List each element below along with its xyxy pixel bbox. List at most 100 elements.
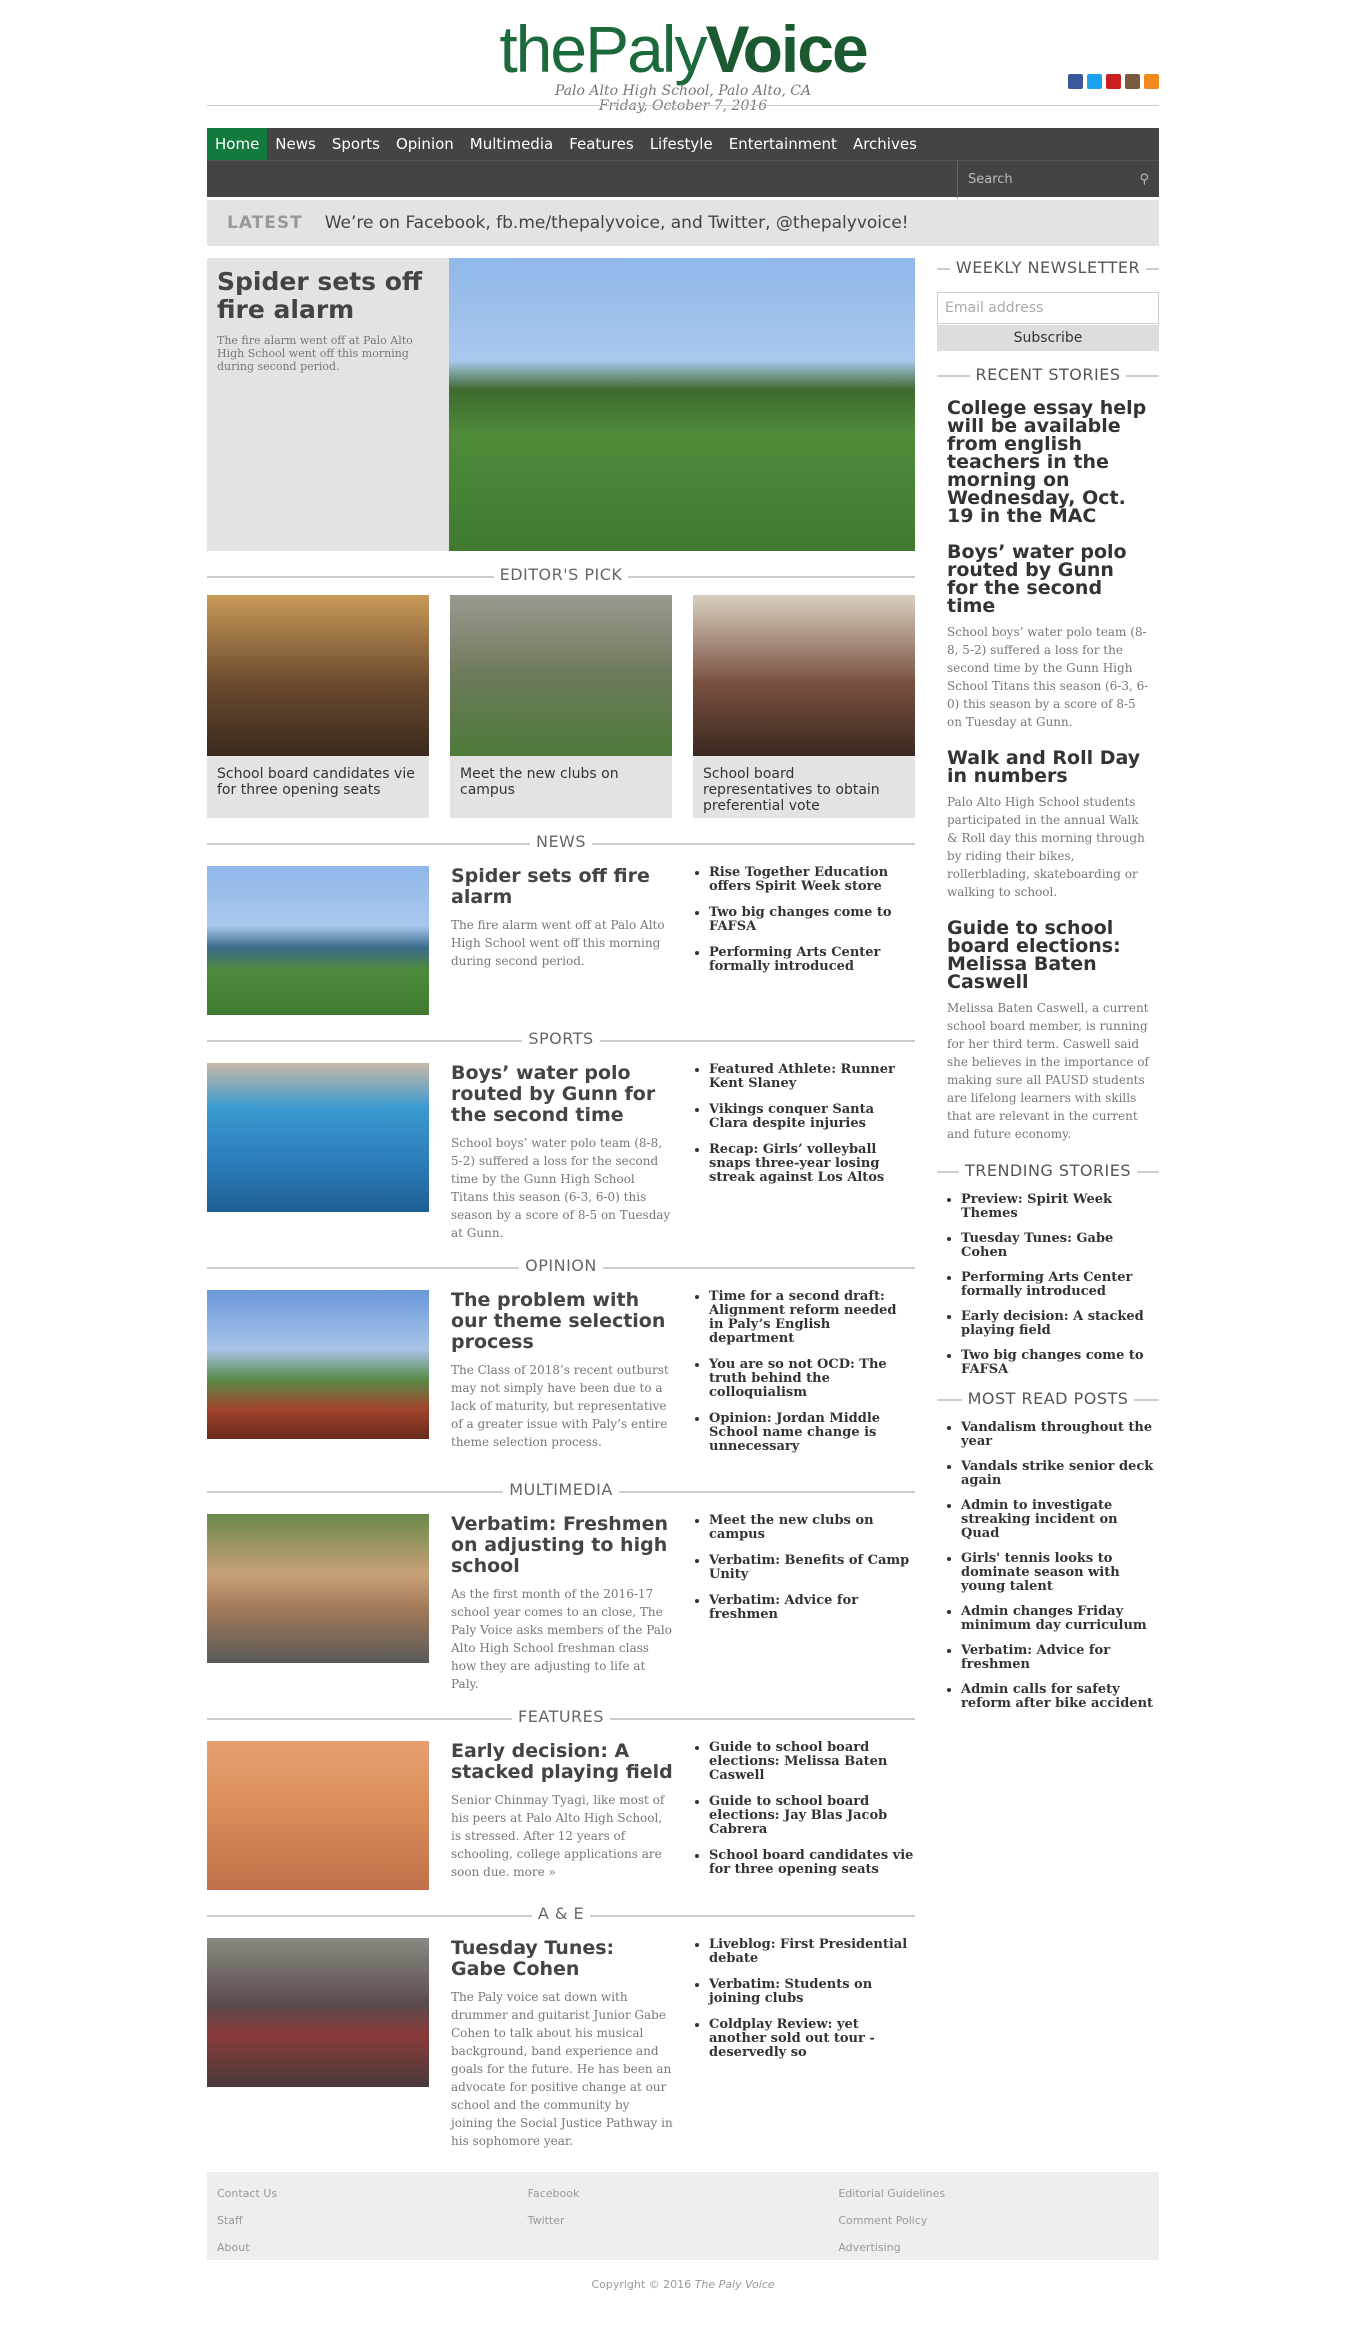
email-field[interactable]: Email address (937, 292, 1159, 324)
features-links: Guide to school board elections: Melissa… (695, 1741, 915, 1890)
news-links: Rise Together Education offers Spirit We… (695, 866, 915, 1015)
mostread-item[interactable]: Verbatim: Advice for freshmen (961, 1644, 1159, 1672)
news-link[interactable]: Rise Together Education offers Spirit We… (709, 866, 915, 894)
ae-link[interactable]: Coldplay Review: yet another sold out to… (709, 2018, 915, 2060)
mostread-item[interactable]: Girls' tennis looks to dominate season w… (961, 1552, 1159, 1594)
section-heading-opinion: OPINION (207, 1256, 915, 1280)
mostread-item[interactable]: Admin changes Friday minimum day curricu… (961, 1605, 1159, 1633)
editors-pick-card[interactable]: School board representatives to obtain p… (693, 595, 915, 818)
rss-icon[interactable] (1144, 74, 1159, 89)
news-title[interactable]: Spider sets off fire alarm (451, 866, 673, 908)
featured-image[interactable] (449, 258, 915, 551)
editors-pick-image[interactable] (207, 595, 429, 756)
multimedia-summary: As the first month of the 2016-17 school… (451, 1587, 672, 1691)
recent-story-title[interactable]: Guide to school board elections: Melissa… (947, 919, 1149, 992)
nav-item-home[interactable]: Home (207, 128, 268, 160)
features-title[interactable]: Early decision: A stacked playing field (451, 1741, 673, 1783)
mostread-item[interactable]: Admin to investigate streaking incident … (961, 1499, 1159, 1541)
opinion-link[interactable]: You are so not OCD: The truth behind the… (709, 1358, 915, 1400)
nav-item-news[interactable]: News (267, 128, 324, 160)
opinion-image[interactable] (207, 1290, 429, 1439)
sports-link[interactable]: Recap: Girls’ volleyball snaps three-yea… (709, 1143, 915, 1185)
features-link[interactable]: Guide to school board elections: Melissa… (709, 1741, 915, 1783)
trending-item[interactable]: Preview: Spirit Week Themes (961, 1193, 1159, 1221)
multimedia-title[interactable]: Verbatim: Freshmen on adjusting to high … (451, 1514, 673, 1577)
editors-pick-title[interactable]: School board representatives to obtain p… (693, 756, 915, 818)
recent-story-title[interactable]: College essay help will be available fro… (947, 399, 1149, 526)
news-link[interactable]: Two big changes come to FAFSA (709, 906, 915, 934)
ae-title[interactable]: Tuesday Tunes: Gabe Cohen (451, 1938, 673, 1980)
ae-summary: The Paly voice sat down with drummer and… (451, 1990, 673, 2148)
mostread-item[interactable]: Admin calls for safety reform after bike… (961, 1683, 1159, 1711)
ae-image[interactable] (207, 1938, 429, 2087)
footer-link-editorial[interactable]: Editorial Guidelines (838, 2187, 945, 2200)
multimedia-link[interactable]: Verbatim: Benefits of Camp Unity (709, 1554, 915, 1582)
latest-text[interactable]: We’re on Facebook, fb.me/thepalyvoice, a… (325, 213, 909, 233)
sports-image[interactable] (207, 1063, 429, 1212)
ae-link[interactable]: Liveblog: First Presidential debate (709, 1938, 915, 1966)
editors-pick-title[interactable]: Meet the new clubs on campus (450, 756, 672, 818)
editors-pick-image[interactable] (693, 595, 915, 756)
section-heading-multimedia: MULTIMEDIA (207, 1480, 915, 1504)
trending-item[interactable]: Performing Arts Center formally introduc… (961, 1271, 1159, 1299)
nav-item-multimedia[interactable]: Multimedia (462, 128, 561, 160)
features-link[interactable]: Guide to school board elections: Jay Bla… (709, 1795, 915, 1837)
opinion-link[interactable]: Opinion: Jordan Middle School name chang… (709, 1412, 915, 1454)
nav-item-opinion[interactable]: Opinion (388, 128, 462, 160)
featured-story[interactable]: Spider sets off fire alarm The fire alar… (207, 258, 915, 551)
footer-link-advertising[interactable]: Advertising (838, 2241, 900, 2254)
site-logo[interactable]: thePalyVoice (207, 14, 1159, 84)
featured-title[interactable]: Spider sets off fire alarm (217, 268, 439, 324)
search-placeholder: Search (968, 172, 1013, 187)
sports-title[interactable]: Boys’ water polo routed by Gunn for the … (451, 1063, 673, 1126)
footer-link-about[interactable]: About (217, 2241, 250, 2254)
section-news: Spider sets off fire alarm The fire alar… (207, 866, 915, 1015)
ae-link[interactable]: Verbatim: Students on joining clubs (709, 1978, 915, 2006)
search-icon[interactable]: ⚲ (1139, 172, 1149, 187)
footer-link-contact[interactable]: Contact Us (217, 2187, 277, 2200)
trending-item[interactable]: Two big changes come to FAFSA (961, 1349, 1159, 1377)
news-image[interactable] (207, 866, 429, 1015)
youtube-icon[interactable] (1106, 74, 1121, 89)
instagram-icon[interactable] (1125, 74, 1140, 89)
editors-pick-title[interactable]: School board candidates vie for three op… (207, 756, 429, 818)
multimedia-image[interactable] (207, 1514, 429, 1663)
opinion-title[interactable]: The problem with our theme selection pro… (451, 1290, 673, 1353)
footer-link-facebook[interactable]: Facebook (528, 2187, 580, 2200)
opinion-link[interactable]: Time for a second draft: Alignment refor… (709, 1290, 915, 1346)
recent-story-title[interactable]: Walk and Roll Day in numbers (947, 749, 1149, 786)
footer-link-comment-policy[interactable]: Comment Policy (838, 2214, 927, 2227)
mostread-item[interactable]: Vandals strike senior deck again (961, 1460, 1159, 1488)
facebook-icon[interactable] (1068, 74, 1083, 89)
footer-link-staff[interactable]: Staff (217, 2214, 243, 2227)
copyright: Copyright © 2016 The Paly Voice (591, 2278, 775, 2291)
trending-item[interactable]: Early decision: A stacked playing field (961, 1310, 1159, 1338)
footer-link-twitter[interactable]: Twitter (528, 2214, 565, 2227)
sports-link[interactable]: Vikings conquer Santa Clara despite inju… (709, 1103, 915, 1131)
nav-item-features[interactable]: Features (561, 128, 642, 160)
features-link[interactable]: School board candidates vie for three op… (709, 1849, 915, 1877)
editors-pick-card[interactable]: Meet the new clubs on campus (450, 595, 672, 818)
nav-item-lifestyle[interactable]: Lifestyle (642, 128, 721, 160)
section-features: Early decision: A stacked playing field … (207, 1741, 915, 1890)
search-input[interactable]: Search ⚲ (957, 161, 1159, 198)
nav-item-archives[interactable]: Archives (845, 128, 925, 160)
nav-item-sports[interactable]: Sports (324, 128, 388, 160)
editors-pick-card[interactable]: School board candidates vie for three op… (207, 595, 429, 818)
sidebar: WEEKLY NEWSLETTER Email address Subscrib… (937, 258, 1159, 2150)
sports-link[interactable]: Featured Athlete: Runner Kent Slaney (709, 1063, 915, 1091)
recent-story-title[interactable]: Boys’ water polo routed by Gunn for the … (947, 543, 1149, 616)
multimedia-link[interactable]: Verbatim: Advice for freshmen (709, 1594, 915, 1622)
latest-ticker: LATEST We’re on Facebook, fb.me/thepalyv… (207, 200, 1159, 246)
twitter-icon[interactable] (1087, 74, 1102, 89)
editors-pick-image[interactable] (450, 595, 672, 756)
sidebar-heading-trending: TRENDING STORIES (937, 1161, 1159, 1183)
multimedia-link[interactable]: Meet the new clubs on campus (709, 1514, 915, 1542)
features-image[interactable] (207, 1741, 429, 1890)
subscribe-button[interactable]: Subscribe (937, 325, 1159, 351)
trending-item[interactable]: Tuesday Tunes: Gabe Cohen (961, 1232, 1159, 1260)
news-link[interactable]: Performing Arts Center formally introduc… (709, 946, 915, 974)
nav-item-entertainment[interactable]: Entertainment (721, 128, 845, 160)
multimedia-links: Meet the new clubs on campus Verbatim: B… (695, 1514, 915, 1693)
mostread-item[interactable]: Vandalism throughout the year (961, 1421, 1159, 1449)
